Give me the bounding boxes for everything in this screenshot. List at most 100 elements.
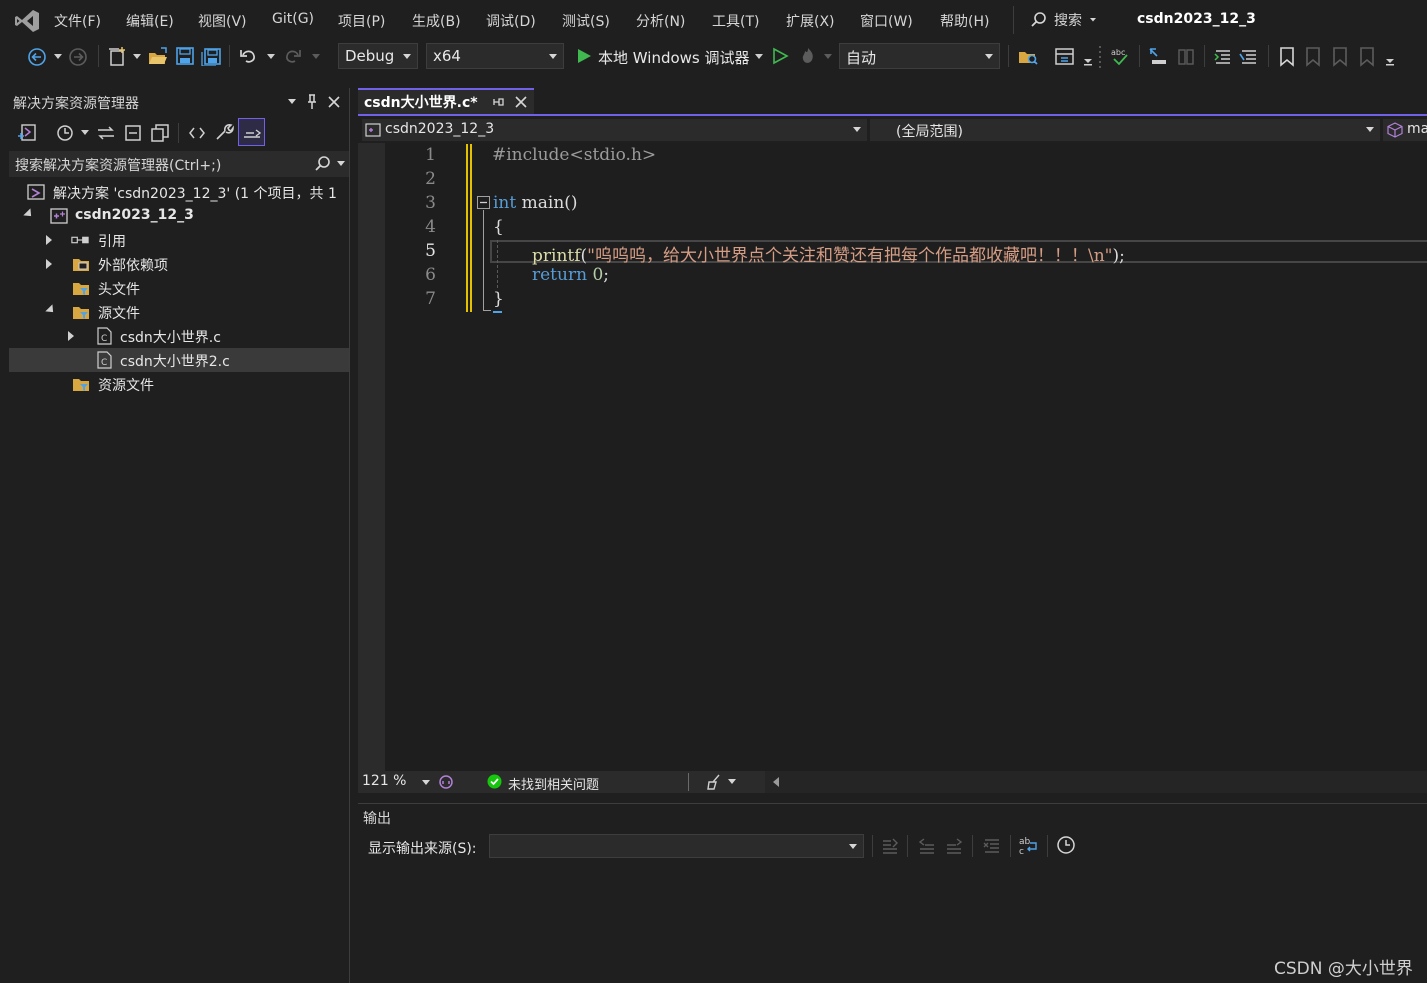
indent-icon[interactable] [1212, 46, 1234, 68]
configuration-dropdown[interactable]: Debug [338, 43, 418, 69]
expand-arrow-icon[interactable] [46, 235, 52, 245]
tree-item-project[interactable]: csdn2023_12_3 [9, 204, 349, 228]
output-source-dropdown[interactable] [489, 834, 864, 858]
collapse-arrow-icon[interactable] [45, 304, 57, 316]
redo-icon[interactable] [283, 46, 303, 66]
menu-window[interactable]: 窗口(W) [860, 11, 913, 31]
menu-edit[interactable]: 编辑(E) [126, 11, 174, 31]
tree-item-file-selected[interactable]: C csdn大小世界2.c [9, 348, 349, 372]
scroll-left-icon[interactable] [771, 776, 781, 788]
navigate-forward-icon[interactable] [68, 47, 88, 67]
tree-item-source-files[interactable]: 源文件 [9, 300, 349, 324]
sync-with-active-document-icon[interactable] [96, 123, 116, 143]
chevron-down-icon[interactable] [823, 53, 833, 61]
pending-changes-filter-icon[interactable] [55, 123, 75, 143]
expand-arrow-icon[interactable] [46, 259, 52, 269]
visual-studio-logo-icon[interactable] [14, 9, 40, 33]
save-icon[interactable] [175, 46, 195, 66]
search-icon[interactable] [314, 155, 332, 173]
view-code-icon[interactable] [187, 123, 207, 143]
find-message-in-code-icon[interactable] [880, 836, 900, 856]
pin-icon[interactable] [305, 94, 319, 110]
comment-lines-icon[interactable] [1238, 46, 1260, 68]
show-timestamps-clock-icon[interactable] [1056, 835, 1076, 855]
copilot-icon[interactable] [437, 773, 455, 791]
menu-build[interactable]: 生成(B) [412, 11, 461, 31]
toolbar-overflow-icon[interactable] [1083, 54, 1093, 66]
horizontal-scrollbar[interactable] [765, 771, 1427, 793]
solution-configurations-icon[interactable] [1054, 46, 1076, 68]
collapse-arrow-icon[interactable] [23, 208, 35, 220]
scope-navigation-dropdown[interactable]: (全局范围) [870, 119, 1380, 141]
tree-item-resource-files[interactable]: 资源文件 [9, 372, 349, 396]
undo-icon[interactable] [238, 46, 258, 66]
issues-status[interactable]: 未找到相关问题 [508, 774, 599, 793]
close-icon[interactable] [327, 95, 341, 109]
project-navigation-dropdown[interactable]: csdn2023_12_3 [362, 119, 867, 141]
glyph-margin[interactable] [358, 143, 385, 771]
menu-tools[interactable]: 工具(T) [712, 11, 759, 31]
properties-wrench-icon[interactable] [214, 122, 234, 142]
collapse-all-icon[interactable] [123, 123, 143, 143]
search-button[interactable]: 搜索 [1030, 10, 1098, 30]
chevron-down-icon[interactable] [421, 779, 431, 787]
solution-config-dropdown[interactable]: 自动 [839, 43, 1000, 69]
start-without-debugging-icon[interactable] [771, 47, 789, 65]
platform-dropdown[interactable]: x64 [426, 43, 564, 69]
spell-check-icon[interactable]: abc [1109, 46, 1131, 68]
window-options-icon[interactable] [286, 97, 298, 107]
chevron-down-icon[interactable] [266, 53, 276, 61]
step-over-icon[interactable] [1175, 46, 1197, 68]
previous-bookmark-icon[interactable] [1303, 46, 1323, 68]
menu-extensions[interactable]: 扩展(X) [786, 11, 835, 31]
next-bookmark-icon[interactable] [1330, 46, 1350, 68]
menu-analyze[interactable]: 分析(N) [636, 11, 685, 31]
close-tab-icon[interactable] [514, 95, 528, 109]
menu-debug[interactable]: 调试(D) [486, 11, 536, 31]
start-debugger-button[interactable]: 本地 Windows 调试器 [598, 47, 750, 68]
open-folder-icon[interactable] [147, 46, 169, 68]
navigate-back-icon[interactable] [27, 47, 47, 67]
chevron-down-icon[interactable] [132, 53, 142, 61]
zoom-level-dropdown[interactable]: 121 % [362, 773, 406, 789]
show-all-files-icon[interactable] [150, 123, 170, 143]
menu-project[interactable]: 项目(P) [338, 11, 385, 31]
previous-message-icon[interactable] [917, 836, 937, 856]
step-into-icon[interactable] [1147, 46, 1169, 68]
start-debugging-icon[interactable] [575, 47, 593, 65]
menu-file[interactable]: 文件(F) [54, 11, 101, 31]
chevron-down-icon[interactable] [727, 778, 737, 786]
member-navigation-dropdown[interactable]: ma [1383, 119, 1427, 141]
solution-search-input[interactable]: 搜索解决方案资源管理器(Ctrl+;) [15, 155, 221, 175]
menu-git[interactable]: Git(G) [272, 11, 314, 27]
bookmark-icon[interactable] [1277, 46, 1297, 68]
chevron-down-icon[interactable] [311, 53, 321, 61]
expand-arrow-icon[interactable] [68, 331, 74, 341]
code-editor[interactable] [358, 143, 1427, 771]
pin-tab-icon[interactable] [491, 95, 505, 109]
find-in-files-icon[interactable] [1017, 46, 1039, 68]
chevron-down-icon[interactable] [754, 53, 764, 61]
tab-label[interactable]: csdn大小世界.c* [364, 92, 478, 112]
chevron-down-icon[interactable] [336, 160, 346, 168]
tree-item-file[interactable]: C csdn大小世界.c [9, 324, 349, 348]
chevron-down-icon[interactable] [53, 53, 63, 61]
toolbar-overflow-icon[interactable] [1385, 54, 1395, 66]
clear-all-icon[interactable] [982, 836, 1002, 856]
new-project-icon[interactable] [106, 46, 128, 68]
menu-test[interactable]: 测试(S) [562, 11, 610, 31]
clear-bookmarks-icon[interactable] [1357, 46, 1377, 68]
tree-item-references[interactable]: 引用 [9, 228, 349, 252]
save-all-icon[interactable] [201, 46, 223, 66]
hot-reload-icon[interactable] [798, 46, 818, 66]
code-cleanup-broom-icon[interactable] [705, 773, 723, 791]
collapse-outline-icon[interactable] [477, 196, 490, 209]
toolbar-grip-icon[interactable] [1098, 44, 1102, 70]
tree-item-header-files[interactable]: 头文件 [9, 276, 349, 300]
toggle-word-wrap-icon[interactable]: abc [1018, 835, 1040, 857]
tree-item-solution[interactable]: 解决方案 'csdn2023_12_3' (1 个项目，共 1 [9, 180, 349, 204]
menu-help[interactable]: 帮助(H) [940, 11, 989, 31]
switch-views-icon[interactable] [16, 122, 38, 144]
chevron-down-icon[interactable] [80, 129, 90, 137]
next-message-icon[interactable] [944, 836, 964, 856]
